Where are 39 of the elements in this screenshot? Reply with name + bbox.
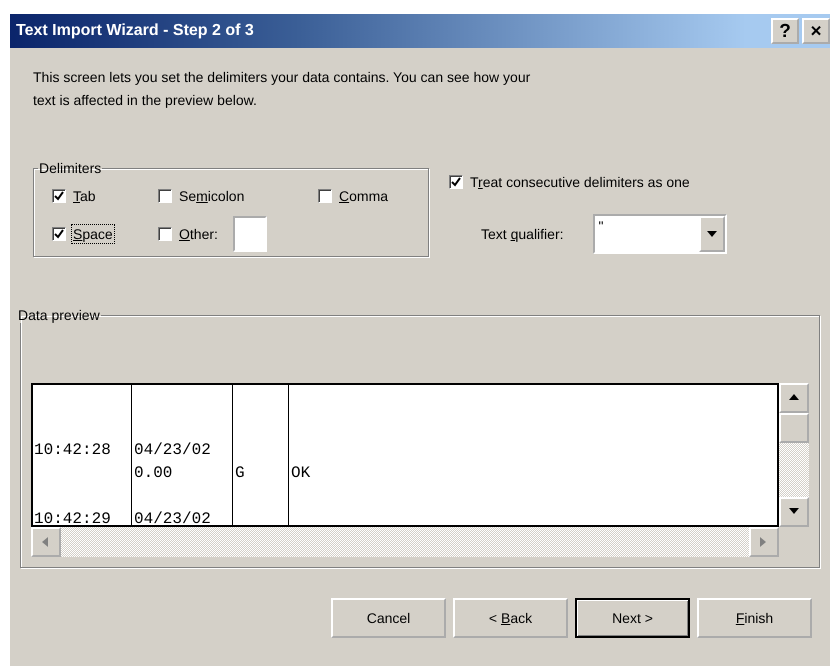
scroll-up-button[interactable] <box>779 383 809 413</box>
checkbox[interactable] <box>449 175 463 189</box>
other-delimiter-field[interactable] <box>232 216 267 252</box>
vertical-scrollbar[interactable] <box>779 383 809 527</box>
dialog-button[interactable]: < Back <box>453 598 568 638</box>
scroll-left-button[interactable] <box>31 527 61 557</box>
checkbox[interactable] <box>158 227 172 241</box>
preview-cell: 10:42:29 <box>33 510 111 525</box>
group-label: Delimiters <box>38 160 102 176</box>
checkbox-label[interactable]: Other: <box>178 225 219 243</box>
preview-cell: OK <box>290 464 310 482</box>
checkbox[interactable] <box>318 189 332 203</box>
help-button[interactable]: ? <box>771 18 799 44</box>
close-button[interactable]: × <box>802 18 830 44</box>
checkbox[interactable] <box>158 189 172 203</box>
scroll-down-button[interactable] <box>779 497 809 527</box>
dialog-button[interactable]: Next > <box>575 598 690 638</box>
checkbox-label[interactable]: Semicolon <box>178 187 246 205</box>
instruction-text: This screen lets you set the delimiters your data contains. You can see how your text is affected in the preview below. <box>33 68 532 110</box>
scroll-thumb[interactable] <box>779 413 809 443</box>
field-label: Text qualifier: <box>480 225 565 243</box>
checkbox[interactable] <box>52 227 66 241</box>
preview-cell: 0.00 <box>133 464 172 482</box>
checkbox-label[interactable]: Space <box>72 225 114 243</box>
dialog-button[interactable]: Cancel <box>331 598 446 638</box>
preview-cell: 10:42:28 <box>33 441 111 459</box>
dialog-button[interactable]: Finish <box>697 598 812 638</box>
horizontal-scrollbar[interactable] <box>31 527 779 557</box>
scroll-right-button[interactable] <box>749 527 779 557</box>
preview-cell: 04/23/02 <box>133 510 211 525</box>
checkbox-label[interactable]: Tab <box>72 187 97 205</box>
checkbox-label[interactable]: Treat consecutive delimiters as one <box>469 173 691 191</box>
checkbox[interactable] <box>52 189 66 203</box>
group-label: Data preview <box>17 307 101 323</box>
window-title: Text Import Wizard - Step 2 of 3 <box>16 22 255 40</box>
checkbox-label[interactable]: Comma <box>338 187 390 205</box>
text-qualifier-dropdown[interactable]: " <box>592 214 727 254</box>
preview-cell: 04/23/02 <box>133 441 211 459</box>
preview-cell: G <box>234 464 245 482</box>
